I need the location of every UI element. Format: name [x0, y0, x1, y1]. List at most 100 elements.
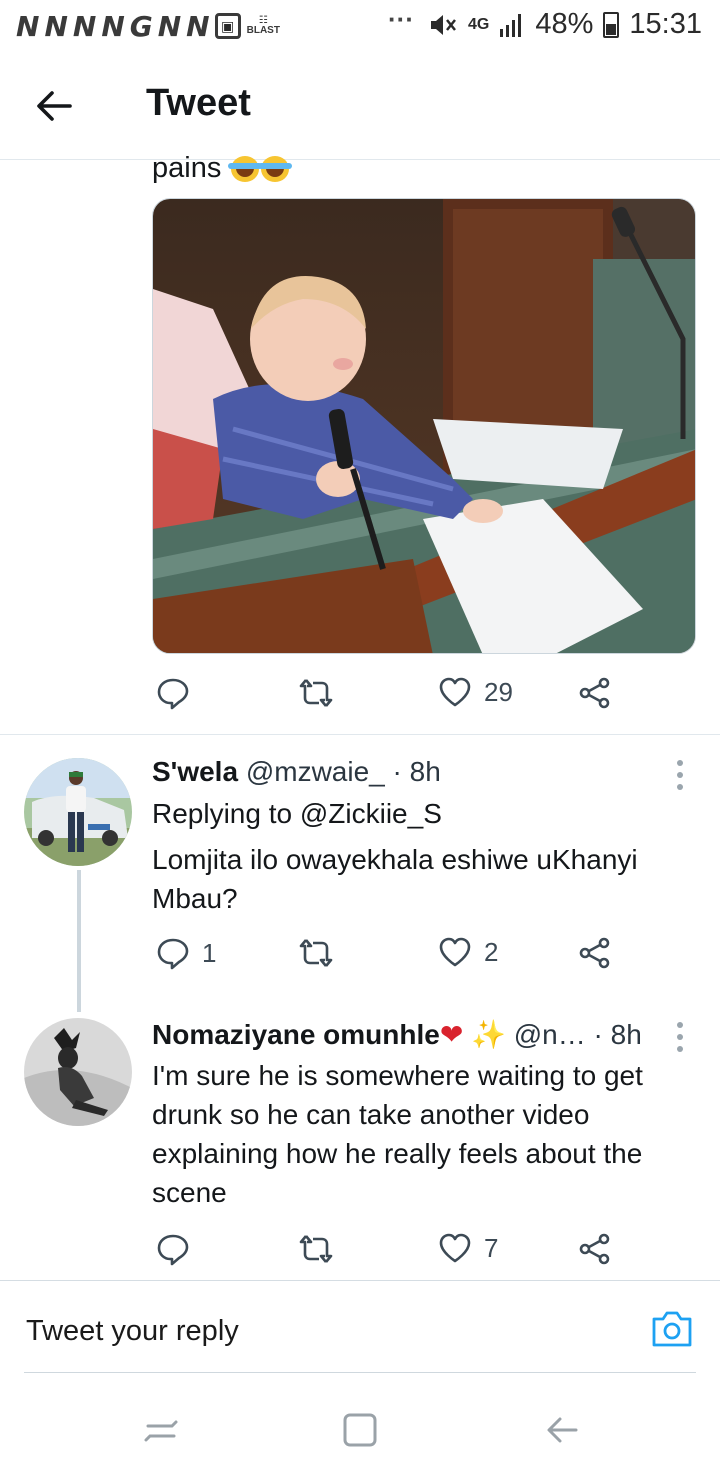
tears-of-joy-emoji: [228, 156, 263, 183]
dot: [677, 1022, 683, 1028]
sparkles-emoji: ✨: [471, 1019, 506, 1050]
retweet-icon: [299, 679, 333, 707]
share-button[interactable]: [578, 676, 612, 710]
page-title: Tweet: [146, 82, 251, 124]
reply-icon: [157, 938, 189, 970]
tears-of-joy-emoji: [258, 156, 293, 183]
home-button[interactable]: [340, 1410, 380, 1450]
like-count: 2: [484, 936, 499, 967]
battery-fill: [606, 23, 617, 35]
dot: [677, 760, 683, 766]
status-right: 4G 48% 15:31: [428, 8, 702, 41]
camera-button[interactable]: [650, 1309, 694, 1349]
system-nav-bar: [0, 1390, 720, 1480]
dot: [677, 1034, 683, 1040]
retweet-button[interactable]: [298, 676, 334, 710]
recents-button[interactable]: [142, 1410, 182, 1450]
share-icon: [579, 677, 610, 709]
mute-icon: [431, 14, 457, 35]
network-type: 4G: [468, 15, 490, 33]
status-bar: N N N N G N N ▣ ☷ BLAST ··· 4G 48% 15:31: [0, 0, 720, 52]
notification-icon: G: [129, 9, 153, 43]
thread-connector: [77, 870, 81, 1012]
composer-underline: [24, 1372, 696, 1373]
tweet-text: pains: [152, 150, 293, 186]
retweet-icon: [299, 939, 333, 967]
like-count: 29: [484, 676, 513, 707]
blast-badge-label: BLAST: [246, 25, 280, 36]
reply-header: Nomaziyane omunhle❤ ✨ @n… · 8h: [152, 1018, 642, 1051]
avatar-image: [24, 1018, 132, 1126]
separator-dot: ·: [593, 1019, 611, 1050]
back-nav-button[interactable]: [542, 1410, 582, 1450]
reply-text: Lomjita ilo owayekhala eshiwe uKhanyi Mb…: [152, 844, 638, 914]
recents-icon: [144, 1420, 178, 1442]
reply-count: 1: [202, 937, 217, 968]
dot: [677, 772, 683, 778]
reply-text: I'm sure he is somewhere waiting to get …: [152, 1060, 643, 1208]
notification-icon: N: [16, 9, 39, 43]
retweet-button[interactable]: [298, 1232, 334, 1266]
reply-header: S'wela @mzwaie_ · 8h: [152, 756, 441, 788]
reply-author-handle[interactable]: @mzwaie_: [246, 756, 385, 787]
notification-icon: N: [101, 9, 124, 43]
reply-author-name[interactable]: S'wela: [152, 756, 238, 787]
dot: [677, 1046, 683, 1052]
more-options-button[interactable]: [676, 760, 684, 790]
separator-dot: ·: [392, 756, 410, 787]
like-button[interactable]: 7: [438, 1232, 498, 1264]
reply-time: 8h: [409, 756, 441, 787]
heart-icon: [439, 1233, 471, 1263]
share-button[interactable]: [578, 936, 612, 970]
avatar[interactable]: [24, 758, 132, 866]
reply-button[interactable]: [156, 1232, 190, 1266]
reply-composer: Tweet your reply: [0, 1280, 720, 1374]
dot: [677, 784, 683, 790]
photo-notification-icon: ▣: [214, 13, 241, 39]
signal-icon: [500, 13, 522, 37]
like-button[interactable]: 29: [438, 676, 513, 708]
like-count: 7: [484, 1232, 499, 1263]
share-icon: [579, 1233, 610, 1265]
home-icon: [343, 1413, 377, 1447]
share-icon: [579, 937, 610, 969]
blast-notification-icon: ☷ BLAST: [246, 15, 280, 36]
notification-icon: N: [72, 9, 96, 43]
reply-author-name[interactable]: Nomaziyane omunhle: [152, 1019, 440, 1050]
like-button[interactable]: 2: [438, 936, 498, 968]
back-button[interactable]: [32, 84, 76, 128]
battery-icon: [603, 11, 620, 38]
notification-icon: N: [157, 9, 181, 43]
avatar-image: [24, 758, 132, 866]
divider: [0, 734, 720, 735]
camera-icon: [652, 1311, 692, 1347]
retweet-icon: [299, 1235, 333, 1263]
retweet-button[interactable]: [298, 936, 334, 970]
back-arrow-icon: [37, 91, 72, 121]
tweet-photo[interactable]: [152, 198, 696, 654]
reply-button[interactable]: [156, 676, 190, 710]
notification-icon: N: [186, 9, 209, 43]
back-nav-icon: [547, 1417, 578, 1443]
avatar[interactable]: [24, 1018, 132, 1126]
clock: 15:31: [629, 8, 702, 40]
reply-input[interactable]: Tweet your reply: [26, 1315, 239, 1348]
heart-icon: [439, 937, 471, 967]
battery-percent: 48%: [535, 8, 594, 40]
reply-button[interactable]: 1: [156, 936, 216, 970]
reply-time: 8h: [610, 1019, 642, 1050]
share-button[interactable]: [578, 1232, 612, 1266]
heart-icon: [439, 677, 471, 707]
tweet-text-tail: pains: [152, 152, 222, 184]
notification-icon: N: [44, 9, 67, 43]
app-header: Tweet: [0, 52, 720, 160]
more-notifications-icon: ···: [388, 4, 414, 34]
baby-in-parliament-image: [153, 199, 695, 653]
reply-author-handle[interactable]: @n…: [514, 1019, 586, 1050]
replying-to[interactable]: Replying to @Zickiie_S: [152, 794, 692, 833]
more-options-button[interactable]: [676, 1022, 684, 1052]
reply-icon: [157, 678, 189, 710]
red-heart-emoji: ❤: [439, 1019, 464, 1050]
notification-icons: N N N N G N N ▣ ☷ BLAST: [16, 10, 280, 43]
reply-icon: [157, 1234, 189, 1266]
